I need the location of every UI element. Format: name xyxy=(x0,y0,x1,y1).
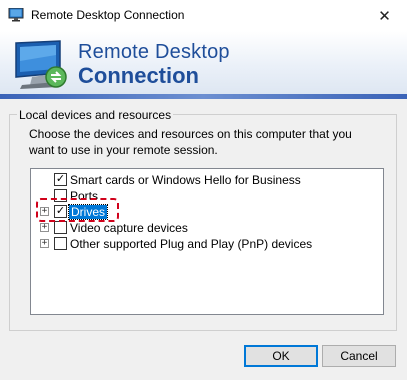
cancel-button[interactable]: Cancel xyxy=(322,345,396,367)
expand-icon[interactable]: + xyxy=(40,223,49,232)
banner: Remote Desktop Connection xyxy=(0,31,407,96)
tree-item-pnp-devices[interactable]: + Other supported Plug and Play (PnP) de… xyxy=(31,236,383,252)
checkbox-pnp-devices[interactable] xyxy=(54,237,67,250)
title-bar: Remote Desktop Connection ✕ xyxy=(0,0,407,32)
tree-item-smart-cards[interactable]: ✓ Smart cards or Windows Hello for Busin… xyxy=(31,172,383,188)
monitor-connection-icon xyxy=(15,40,67,89)
banner-title-line1: Remote Desktop xyxy=(78,41,230,63)
checkbox-video-capture[interactable] xyxy=(54,221,67,234)
close-icon: ✕ xyxy=(378,7,391,25)
banner-stripe xyxy=(0,94,407,99)
close-button[interactable]: ✕ xyxy=(362,0,407,31)
tree-item-video-capture[interactable]: + Video capture devices xyxy=(31,220,383,236)
group-legend: Local devices and resources xyxy=(17,108,174,122)
annotation-highlight xyxy=(36,198,119,222)
tree-item-label: Smart cards or Windows Hello for Busines… xyxy=(70,173,301,187)
expand-icon[interactable]: + xyxy=(40,239,49,248)
remote-desktop-app-icon xyxy=(8,8,24,22)
device-tree[interactable]: ✓ Smart cards or Windows Hello for Busin… xyxy=(30,168,384,315)
group-description: Choose the devices and resources on this… xyxy=(29,127,352,157)
checkbox-smart-cards[interactable]: ✓ xyxy=(54,173,67,186)
tree-item-label: Other supported Plug and Play (PnP) devi… xyxy=(70,237,313,251)
ok-button[interactable]: OK xyxy=(244,345,318,367)
tree-item-label: Video capture devices xyxy=(70,221,188,235)
window-title: Remote Desktop Connection xyxy=(31,8,185,22)
banner-title-line2: Connection xyxy=(78,63,199,88)
